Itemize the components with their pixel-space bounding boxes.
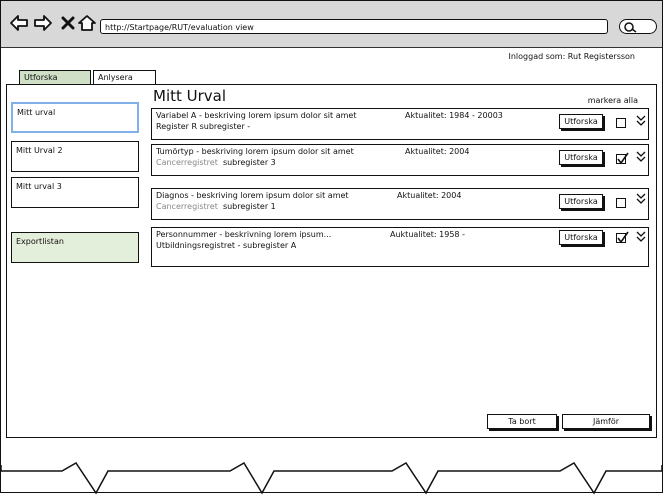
url-input[interactable]: http://Startpage/RUT/evaluation view bbox=[100, 19, 608, 34]
variable-description: Personnummer - beskrivning lorem ipsum..… bbox=[156, 230, 332, 239]
remove-button[interactable]: Ta bort bbox=[487, 414, 557, 429]
sidebar-item-mitt-urval-2[interactable]: Mitt Urval 2 bbox=[11, 141, 139, 172]
tab-anlysera-urval[interactable]: Anlysera urval bbox=[93, 70, 156, 96]
aktualitet-label: Aktualitet: 1984 - 20003 bbox=[405, 111, 503, 120]
utforska-button[interactable]: Utforska bbox=[559, 114, 603, 129]
utforska-button[interactable]: Utforska bbox=[559, 150, 603, 165]
row-checkbox[interactable] bbox=[616, 231, 629, 244]
utforska-button[interactable]: Utforska bbox=[559, 194, 603, 209]
registry-label: Cancerregistret bbox=[156, 202, 218, 211]
page-title: Mitt Urval bbox=[153, 87, 227, 105]
checkmark-icon bbox=[617, 231, 629, 244]
aktualitet-label: Aktualitet: 2004 bbox=[397, 191, 462, 200]
checkmark-icon bbox=[617, 152, 629, 165]
home-icon[interactable] bbox=[77, 13, 97, 33]
search-button[interactable] bbox=[619, 19, 657, 34]
sidebar-item-label: Mitt urval bbox=[17, 108, 56, 117]
sidebar-item-label: Mitt Urval 2 bbox=[16, 146, 63, 155]
chevron-down-icon[interactable] bbox=[636, 115, 646, 127]
torn-edge-decoration bbox=[0, 461, 663, 495]
list-item: Diagnos - beskriving lorem ipsum dolor s… bbox=[151, 188, 649, 220]
aktualitet-label: Aktualitet: 2004 bbox=[405, 147, 470, 156]
row-checkbox[interactable] bbox=[616, 152, 629, 165]
list-item: Variabel A - beskriving lorem ipsum dolo… bbox=[151, 108, 649, 140]
chevron-down-icon[interactable] bbox=[636, 231, 646, 243]
list-item: Personnummer - beskrivning lorem ipsum..… bbox=[151, 227, 649, 267]
row-checkbox[interactable] bbox=[616, 118, 626, 128]
back-arrow-icon[interactable] bbox=[9, 13, 29, 33]
search-icon bbox=[624, 22, 637, 33]
sidebar-item-mitt-urval[interactable]: Mitt urval bbox=[11, 102, 139, 133]
main-panel: Mitt urval Mitt Urval 2 Mitt urval 3 Exp… bbox=[6, 84, 657, 438]
chevron-down-icon[interactable] bbox=[636, 151, 646, 163]
forward-arrow-icon[interactable] bbox=[33, 13, 53, 33]
variable-description: Variabel A - beskriving lorem ipsum dolo… bbox=[156, 111, 357, 120]
subregister-label: subregister 1 bbox=[222, 202, 276, 211]
registry-subregister: Cancerregistret subregister 3 bbox=[156, 158, 276, 167]
registry-subregister: Cancerregistret subregister 1 bbox=[156, 202, 276, 211]
sidebar-item-mitt-urval-3[interactable]: Mitt urval 3 bbox=[11, 177, 139, 208]
sidebar-item-label: Exportlistan bbox=[16, 237, 64, 246]
subregister-label: subregister 3 bbox=[222, 158, 276, 167]
sidebar-item-label: Mitt urval 3 bbox=[16, 182, 62, 191]
utforska-button[interactable]: Utforska bbox=[559, 230, 603, 245]
browser-toolbar: http://Startpage/RUT/evaluation view bbox=[1, 1, 662, 48]
registry-label: Cancerregistret bbox=[156, 158, 218, 167]
mark-all-link[interactable]: markera alla bbox=[588, 96, 638, 105]
row-checkbox[interactable] bbox=[616, 198, 626, 208]
compare-button[interactable]: Jämför bbox=[562, 414, 650, 429]
tab-utforska-register[interactable]: Utforska register bbox=[19, 70, 91, 96]
variable-description: Tumörtyp - beskriving lorem ipsum dolor … bbox=[156, 147, 354, 156]
sidebar-item-exportlistan[interactable]: Exportlistan bbox=[11, 232, 139, 263]
subregister-label: Utbildningsregistret - subregister A bbox=[156, 241, 297, 250]
list-item: Tumörtyp - beskriving lorem ipsum dolor … bbox=[151, 144, 649, 176]
logged-in-label: Inloggad som: Rut Registersson bbox=[508, 52, 635, 61]
subregister-label: Register R subregister - bbox=[156, 122, 251, 131]
close-icon[interactable] bbox=[58, 13, 78, 33]
aktualitet-label: Auktualitet: 1958 - bbox=[390, 230, 465, 239]
variable-description: Diagnos - beskriving lorem ipsum dolor s… bbox=[156, 191, 349, 200]
chevron-down-icon[interactable] bbox=[636, 193, 646, 205]
